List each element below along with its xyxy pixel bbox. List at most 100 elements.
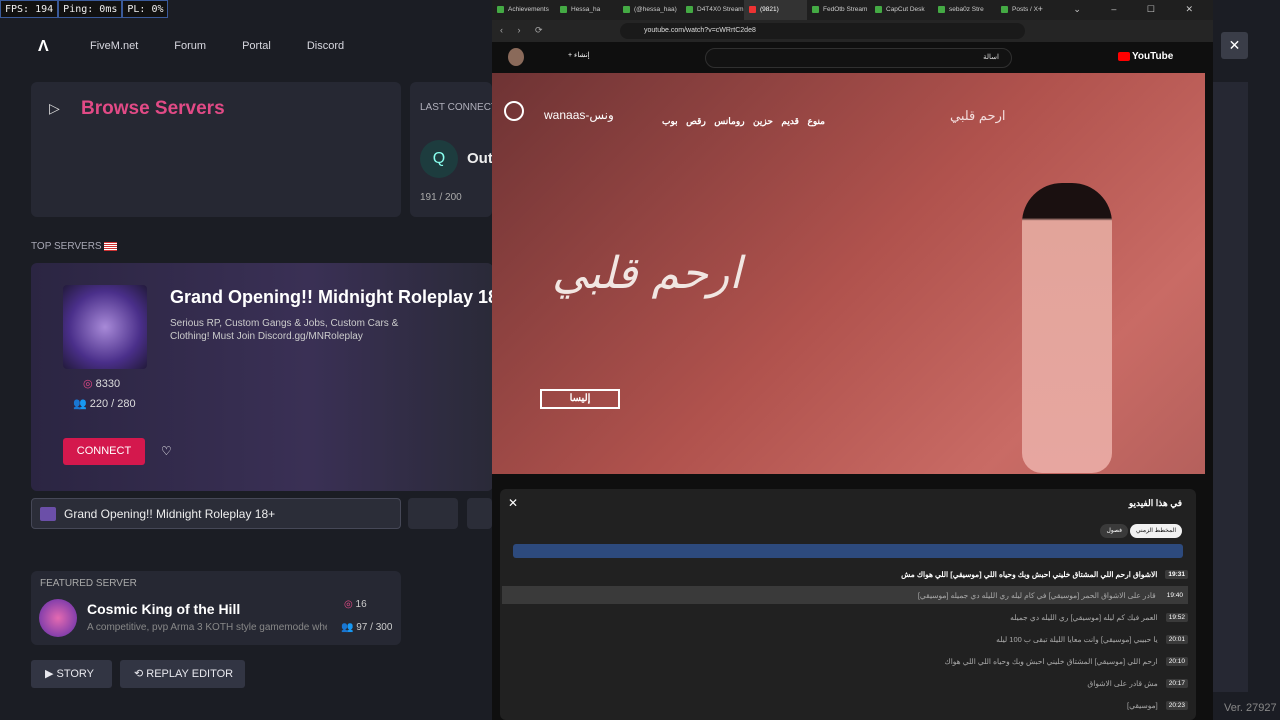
us-flag-icon (104, 242, 117, 251)
nav-discord[interactable]: Discord (307, 40, 344, 52)
tab-youtube[interactable]: (9821) (744, 0, 807, 20)
artist-box: إليسا (540, 389, 620, 409)
last-connected-label: LAST CONNECT (420, 102, 498, 113)
featured-players-count: 97 / 300 (356, 622, 393, 633)
top-nav: Λ FiveM.net Forum Portal Discord (0, 26, 490, 66)
chapter-row[interactable]: ارحم اللي [موسيقي] المشتاق خليني احبش وب… (945, 652, 1188, 670)
browser-window: Achievements Hessa_ha (@hessa_haa) D4T4X… (492, 0, 1213, 720)
create-button[interactable]: + إنشاء (568, 51, 590, 59)
featured-server-card[interactable]: FEATURED SERVER Cosmic King of the Hill … (31, 571, 401, 645)
players-icon: 👥 (73, 398, 90, 410)
connect-button[interactable]: CONNECT (63, 438, 145, 465)
nav-forum[interactable]: Forum (174, 40, 206, 52)
server-logo-icon: Q (420, 140, 458, 178)
featured-server-desc: A competitive, pvp Arma 3 KOTH style gam… (87, 622, 327, 633)
server-players: 👥 220 / 280 (73, 397, 136, 410)
video-brand: wanaas-ونس (544, 108, 614, 122)
tab-seba0z[interactable]: seba0z Stre (933, 0, 996, 20)
boost-count: 8330 (95, 378, 121, 390)
chapter-text: العمر فيك كم ليله [موسيقي] ري الليله دي … (1010, 612, 1158, 622)
chapter-text: الاشواق ارحم اللي المشتاق خليني احبش وبك… (901, 569, 1158, 579)
chapter-text: مش قادر على الاشواق (1087, 678, 1158, 688)
last-connected-card[interactable]: LAST CONNECT Q Out 191 / 200 (410, 82, 497, 217)
chapter-row[interactable]: قادر على الاشواق الحمر [موسيقي] في كام ل… (502, 586, 1188, 604)
avatar[interactable] (508, 48, 524, 66)
featured-server-thumbnail (39, 599, 77, 637)
story-button[interactable]: ▶ STORY (31, 660, 112, 688)
featured-server-label: FEATURED SERVER (40, 578, 137, 589)
chip-timeline[interactable]: المخطط الزمني (1130, 524, 1182, 538)
browse-servers-title: Browse Servers (81, 98, 225, 119)
close-icon[interactable]: ✕ (1221, 32, 1248, 59)
chapter-time: 19:40 (1163, 590, 1186, 600)
nav-fivem[interactable]: FiveM.net (90, 40, 138, 52)
browse-servers-card[interactable]: ▷ Browse Servers (31, 82, 401, 217)
nav-portal[interactable]: Portal (242, 40, 271, 52)
tab-strip: Achievements Hessa_ha (@hessa_haa) D4T4X… (492, 0, 1213, 20)
players-count: 220 / 280 (89, 398, 136, 410)
close-icon[interactable]: ✕ (508, 496, 518, 510)
chapter-time: 20:01 (1165, 634, 1188, 644)
server-thumbnail (63, 285, 147, 369)
chapter-time: 19:31 (1165, 569, 1188, 579)
tab-hessa[interactable]: Hessa_ha (555, 0, 618, 20)
tab-achievements[interactable]: Achievements (492, 0, 555, 20)
featured-server-name: Cosmic King of the Hill (87, 601, 241, 617)
favorite-heart-icon[interactable]: ♡ (161, 444, 172, 458)
server-name: Grand Opening!! Midnight Roleplay 18+ (170, 287, 493, 307)
window-controls[interactable]: + ⌄ – ☐ ✕ (1038, 4, 1207, 15)
chapter-text: يا حبيبي [موسيقي] وانت معايا الليلة تبقى… (996, 634, 1158, 644)
chip-chapters[interactable]: فصول (1100, 524, 1128, 538)
perf-overlay: FPS: 194 Ping: 0ms PL: 0% (0, 0, 169, 18)
server-tile-2[interactable] (408, 498, 458, 529)
chapter-row[interactable]: مش قادر على الاشواق 20:17 (1087, 674, 1188, 692)
chapter-text: [موسيقي] (1127, 700, 1158, 710)
story-label: STORY (56, 668, 95, 680)
address-bar: ‹ › ⟳ youtube.com/watch?v=cWRrtC2de8 (492, 20, 1213, 42)
channel-logo-icon (504, 101, 524, 121)
replay-label: REPLAY EDITOR (146, 668, 234, 680)
chapter-time: 20:17 (1165, 678, 1188, 688)
chapter-time: 20:10 (1165, 656, 1188, 666)
top-servers-label: TOP SERVERS (31, 241, 102, 252)
server-tile-3[interactable] (467, 498, 492, 529)
chapter-text: قادر على الاشواق الحمر [موسيقي] في كام ل… (917, 590, 1156, 600)
chapter-row[interactable]: [موسيقي] 20:23 (1127, 696, 1188, 714)
replay-editor-button[interactable]: ⟲ REPLAY EDITOR (120, 660, 245, 688)
boost-icon: ◎ (83, 378, 96, 390)
chapter-time: 20:23 (1165, 700, 1188, 710)
chapter-row[interactable]: الاشواق ارحم اللي المشتاق خليني احبش وبك… (901, 565, 1188, 583)
right-panel (1213, 82, 1248, 692)
chapters-title: في هذا الفيديو (1128, 498, 1182, 508)
youtube-header: + إنشاء اسالة YouTube (492, 42, 1205, 73)
top-server-card[interactable]: Grand Opening!! Midnight Roleplay 18+ Se… (31, 263, 493, 491)
chapter-text: ارحم اللي [موسيقي] المشتاق خليني احبش وب… (944, 656, 1158, 666)
server-description: Serious RP, Custom Gangs & Jobs, Custom … (170, 318, 399, 342)
tab-d4t4x0[interactable]: D4T4X0 Stream (681, 0, 744, 20)
server-selector[interactable]: Grand Opening!! Midnight Roleplay 18+ (31, 498, 401, 529)
chapter-time: 19:52 (1165, 612, 1188, 622)
tab-fedotb[interactable]: FedOtb Stream (807, 0, 870, 20)
tab-hessa-haa[interactable]: (@hessa_haa) (618, 0, 681, 20)
chapter-progress (513, 544, 1183, 558)
featured-boosts: ◎ 16 (344, 599, 367, 610)
last-server-name: Out (467, 150, 493, 167)
youtube-play-icon (1118, 51, 1130, 61)
fivem-logo-icon[interactable]: Λ (38, 38, 54, 55)
chapter-row[interactable]: العمر فيك كم ليله [موسيقي] ري الليله دي … (1010, 608, 1188, 626)
tab-capcut[interactable]: CapCut Desk (870, 0, 933, 20)
url-input[interactable]: youtube.com/watch?v=cWRrtC2de8 (620, 23, 1025, 39)
play-icon: ▷ (49, 100, 60, 116)
video-player[interactable]: wanaas-ونس منوع قديم حزين رومانس رقص بوب… (492, 73, 1205, 474)
fps-readout: FPS: 194 (0, 0, 59, 18)
chapter-row[interactable]: يا حبيبي [موسيقي] وانت معايا الليلة تبقى… (996, 630, 1188, 648)
players-icon: 👥 (341, 622, 357, 633)
youtube-wordmark: YouTube (1132, 51, 1174, 62)
nav-arrows-icon[interactable]: ‹ › ⟳ (500, 25, 549, 36)
chapters-panel: ✕ في هذا الفيديو المخطط الزمني فصول الاش… (500, 489, 1196, 720)
replay-icon: ⟲ (134, 668, 147, 680)
singer-figure (1022, 183, 1112, 473)
youtube-logo[interactable]: YouTube (1118, 51, 1173, 62)
search-input[interactable]: اسالة (705, 48, 1012, 68)
server-boosts: ◎ 8330 (83, 377, 120, 390)
